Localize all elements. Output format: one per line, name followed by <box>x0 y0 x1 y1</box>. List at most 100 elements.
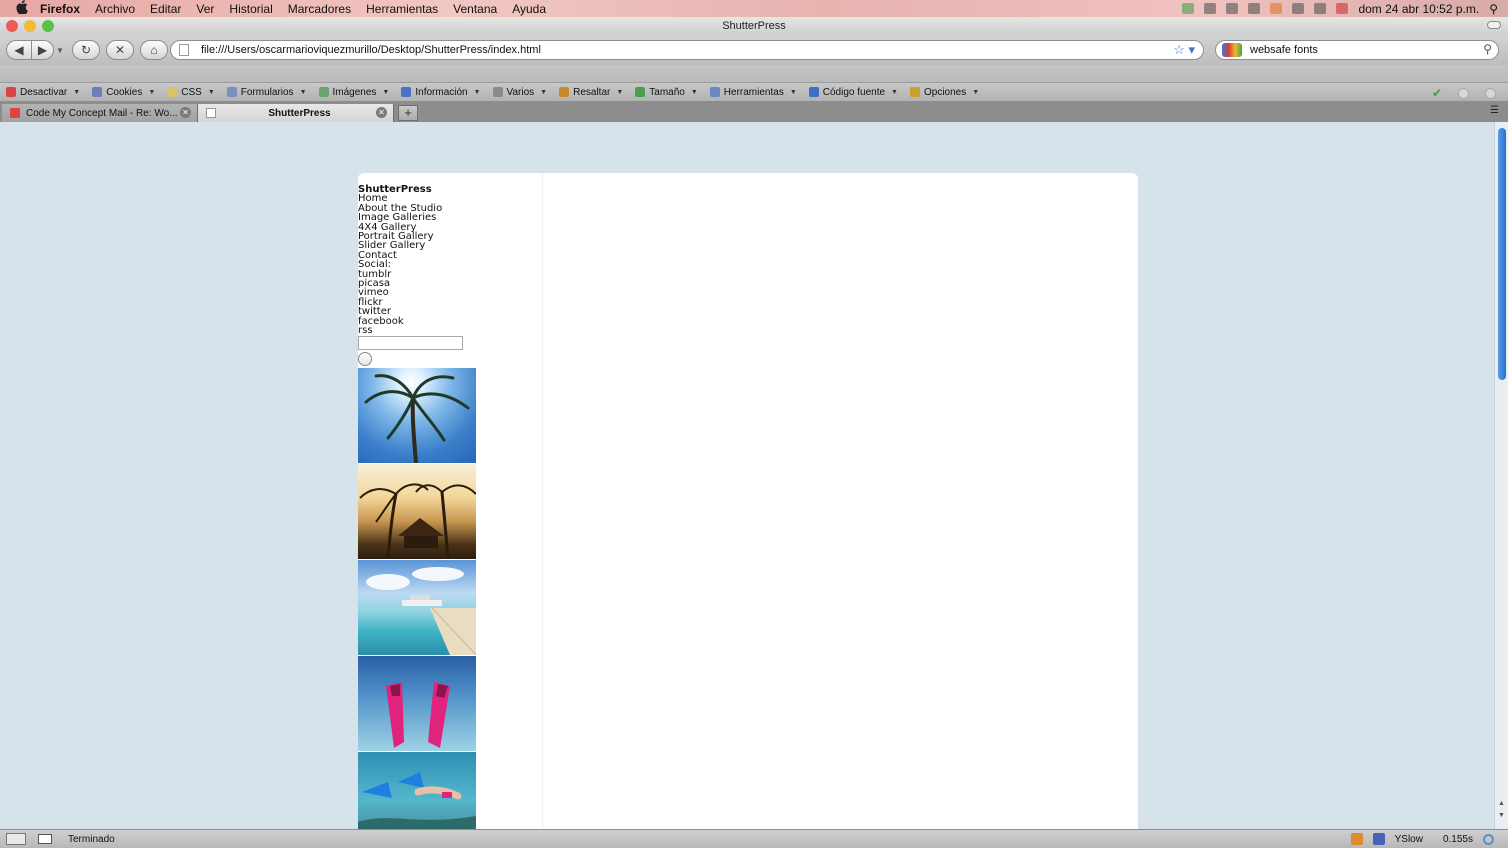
scroll-down-icon[interactable]: ▼ <box>1498 812 1505 819</box>
devbar-item-5[interactable]: Información ▼ <box>401 87 481 98</box>
close-window-button[interactable] <box>6 20 18 32</box>
url-bar[interactable]: file:///Users/oscarmarioviquezmurillo/De… <box>170 40 1204 60</box>
window-titlebar: ShutterPress <box>0 17 1508 35</box>
devbar-status: ✔ <box>1432 86 1496 100</box>
tab-label: Code My Concept Mail - Re: Wo... <box>26 107 178 119</box>
reload-button[interactable]: ↻ <box>72 40 100 60</box>
battery-icon[interactable] <box>1226 3 1239 14</box>
more-icon[interactable] <box>1314 3 1327 14</box>
nav-link-rss[interactable]: rss <box>358 325 542 335</box>
devbar-item-10[interactable]: Código fuente ▼ <box>808 87 898 98</box>
google-search-engine-icon[interactable] <box>1222 43 1242 57</box>
inspect-tool-icon[interactable] <box>6 833 26 845</box>
devbar-item-9[interactable]: Herramientas ▼ <box>709 86 797 98</box>
spotlight-icon[interactable]: ⚲ <box>1489 2 1498 16</box>
nav-link-facebook[interactable]: facebook <box>358 316 542 326</box>
devbar-item-0[interactable]: Desactivar ▼ <box>6 87 80 98</box>
search-submit-button[interactable] <box>358 351 372 366</box>
tab-mail[interactable]: Code My Concept Mail - Re: Wo... ✕ <box>2 104 198 122</box>
back-button[interactable]: ◀ <box>6 40 32 60</box>
scrollbar-thumb[interactable] <box>1498 128 1506 380</box>
dropdown-arrow-icon: ▼ <box>207 88 215 96</box>
devbar-item-label: Tamaño <box>649 86 685 98</box>
devbar-item-3[interactable]: Formularios ▼ <box>226 86 307 98</box>
devbar-item-1[interactable]: Cookies ▼ <box>92 87 155 98</box>
search-icon[interactable]: ⚲ <box>1483 42 1492 56</box>
site-nav: Home About the Studio Image Galleries 4X4 G… <box>358 194 542 336</box>
devbar-item-label: Imágenes <box>332 86 377 98</box>
wifi-icon[interactable] <box>1292 3 1305 14</box>
search-bar[interactable]: websafe fonts ⚲ <box>1215 40 1499 60</box>
console-icon[interactable] <box>38 834 52 844</box>
url-text[interactable]: file:///Users/oscarmarioviquezmurillo/De… <box>201 44 541 56</box>
volume-icon[interactable] <box>1248 3 1261 14</box>
zoom-window-button[interactable] <box>42 20 54 32</box>
devbar-item-7[interactable]: Resaltar ▼ <box>559 87 623 98</box>
cookie-icon <box>92 87 103 97</box>
menu-historial[interactable]: Historial <box>229 2 272 16</box>
search-input[interactable]: websafe fonts <box>1250 44 1318 56</box>
minimize-window-button[interactable] <box>24 20 36 32</box>
bookmark-star-icon[interactable]: ☆ ▾ <box>1173 42 1195 58</box>
dropdown-arrow-icon: ▼ <box>789 88 797 96</box>
dropdown-arrow-icon: ▼ <box>299 88 307 96</box>
toolbar-toggle-button[interactable] <box>1487 21 1501 29</box>
menu-ventana[interactable]: Ventana <box>453 2 497 16</box>
notification-icon[interactable] <box>1270 3 1283 14</box>
devbar-item-11[interactable]: Opciones ▼ <box>909 87 979 98</box>
devbar-item-label: Formularios <box>240 86 294 98</box>
yslow-icon[interactable] <box>1372 833 1385 845</box>
thumbnail-pier[interactable] <box>358 559 476 655</box>
js-status-icon[interactable] <box>1485 87 1496 99</box>
devbar-item-label: Herramientas <box>723 86 784 98</box>
apple-icon[interactable] <box>16 0 30 17</box>
devbar-item-6[interactable]: Varios ▼ <box>492 87 548 98</box>
devbar-item-label: Desactivar <box>20 86 68 98</box>
close-tab-icon[interactable]: ✕ <box>376 107 387 118</box>
site-search-input[interactable] <box>358 335 463 350</box>
menu-editar[interactable]: Editar <box>150 2 181 16</box>
stop-button[interactable]: ✕ <box>106 40 134 60</box>
devbar-item-2[interactable]: CSS ▼ <box>167 87 215 98</box>
thumbnail-snorkeler[interactable] <box>358 751 476 829</box>
resize-icon <box>635 87 646 97</box>
status-bar: Terminado YSlow 0.155s <box>0 829 1508 848</box>
menu-herramientas[interactable]: Herramientas <box>366 2 438 16</box>
close-tab-icon[interactable]: ✕ <box>180 107 191 118</box>
tab-shutterpress[interactable]: ShutterPress ✕ <box>198 104 394 122</box>
thumbnail-palm-tree[interactable] <box>358 367 476 463</box>
tab-label: ShutterPress <box>268 107 331 119</box>
images-icon <box>318 87 329 97</box>
vertical-scrollbar[interactable]: ▲ ▼ <box>1494 122 1508 829</box>
history-dropdown-icon[interactable]: ▼ <box>56 46 66 55</box>
tab-strip: Code My Concept Mail - Re: Wo... ✕ Shutt… <box>0 102 1508 122</box>
menu-app-name[interactable]: Firefox <box>40 2 80 16</box>
menubar-clock[interactable]: dom 24 abr 10:52 p.m. <box>1358 2 1479 16</box>
misc-icon <box>492 87 503 97</box>
evernote-icon[interactable] <box>1182 3 1195 14</box>
thumbnail-beach-hut[interactable] <box>358 463 476 559</box>
scroll-up-icon[interactable]: ▲ <box>1498 800 1505 807</box>
menu-ver[interactable]: Ver <box>196 2 214 16</box>
devbar-item-8[interactable]: Tamaño ▼ <box>635 87 698 98</box>
home-button[interactable]: ⌂ <box>140 40 168 60</box>
dropdown-arrow-icon: ▼ <box>540 88 548 96</box>
menu-marcadores[interactable]: Marcadores <box>288 2 351 16</box>
tools-icon <box>709 87 720 97</box>
command-icon[interactable] <box>1204 3 1217 14</box>
devbar-item-4[interactable]: Imágenes ▼ <box>318 86 389 98</box>
tab-list-icon[interactable]: ☰ <box>1490 105 1504 117</box>
thumbnail-pink-fins[interactable] <box>358 655 476 751</box>
flag-icon[interactable] <box>1336 3 1349 14</box>
nav-link-vimeo[interactable]: vimeo <box>358 288 542 298</box>
css-status-icon[interactable] <box>1458 87 1469 99</box>
dropdown-arrow-icon: ▼ <box>616 88 624 96</box>
yslow-label[interactable]: YSlow <box>1395 834 1423 845</box>
forward-button[interactable]: ▶ <box>32 40 54 60</box>
menu-archivo[interactable]: Archivo <box>95 2 135 16</box>
gear-icon[interactable] <box>1483 833 1494 845</box>
menu-ayuda[interactable]: Ayuda <box>512 2 546 16</box>
firebug-icon[interactable] <box>1350 833 1363 845</box>
checkmark-icon[interactable]: ✔ <box>1432 86 1442 100</box>
new-tab-button[interactable]: + <box>398 105 418 121</box>
